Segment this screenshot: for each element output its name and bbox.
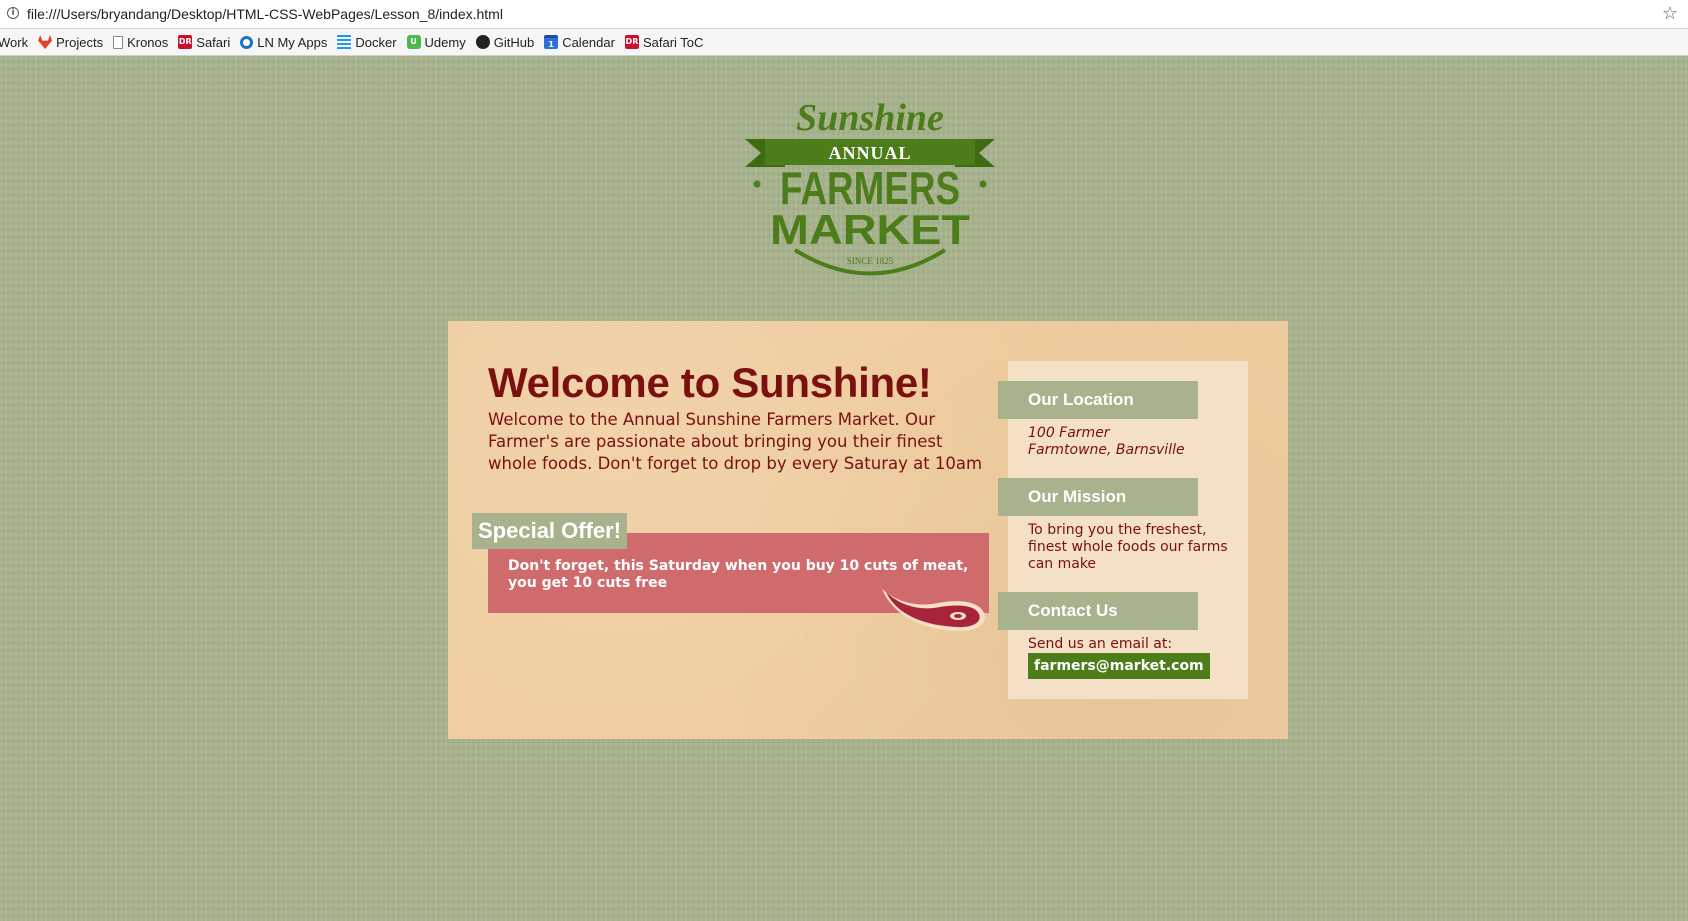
file-icon: [113, 35, 124, 49]
github-icon: [475, 35, 490, 49]
bookmark-label: Safari: [196, 34, 231, 50]
ln-icon: [240, 35, 254, 49]
bookmark-safari[interactable]: DR Safari: [178, 35, 230, 50]
bookmark-label: Docker: [355, 34, 397, 50]
logo-since-text: SINCE 1825: [847, 256, 894, 266]
bookmark-label: Calendar: [562, 34, 615, 50]
address-bar[interactable]: i file:///Users/bryandang/Desktop/HTML-C…: [0, 0, 1688, 29]
bookmark-ln-my-apps[interactable]: LN My Apps: [240, 35, 327, 50]
sidebar: Our Location 100 Farmer Farmtowne, Barns…: [998, 361, 1248, 699]
info-icon[interactable]: i: [7, 7, 19, 19]
bookmark-udemy[interactable]: U Udemy: [406, 34, 466, 50]
special-offer-badge: Special Offer!: [472, 513, 628, 549]
calendar-icon: 1: [544, 35, 559, 49]
contact-text: Send us an email at:: [1028, 636, 1173, 652]
logo-sunshine-text: Sunshine: [796, 97, 944, 139]
bookmark-label: Work: [0, 34, 29, 50]
logo-annual-text: ANNUAL: [828, 143, 911, 163]
bookmark-calendar[interactable]: 1 Calendar: [544, 35, 615, 50]
page-title: Welcome to Sunshine!: [488, 359, 932, 406]
url-text[interactable]: file:///Users/bryandang/Desktop/HTML-CSS…: [27, 6, 503, 22]
bookmark-docker[interactable]: Docker: [337, 34, 397, 50]
bookmark-label: Udemy: [424, 34, 466, 50]
bookmark-github[interactable]: GitHub: [475, 34, 535, 50]
address-line-1: 100 Farmer: [1028, 425, 1110, 441]
email-link[interactable]: farmers@market.com: [1028, 653, 1210, 679]
mission-text: To bring you the freshest, finest whole …: [1028, 522, 1228, 572]
bookmark-projects[interactable]: Projects: [38, 35, 103, 50]
main-card: Welcome to Sunshine! Welcome to the Annu…: [448, 321, 1288, 739]
location-heading: Our Location: [998, 381, 1198, 419]
gitlab-icon: [38, 35, 53, 49]
bookmark-label: Kronos: [127, 34, 169, 50]
bookmark-safari-toc[interactable]: DR Safari ToC: [624, 34, 704, 50]
welcome-paragraph: Welcome to the Annual Sunshine Farmers M…: [488, 410, 983, 473]
dr-icon: DR: [178, 35, 193, 49]
bookmark-kronos[interactable]: Kronos: [113, 35, 168, 50]
address-line-2: Farmtowne, Barnsville: [1028, 442, 1185, 458]
bookmarks-bar: Work Projects Kronos DR Safari LN My App…: [0, 29, 1688, 56]
udemy-icon: U: [406, 35, 421, 49]
logo-market-text: MARKET: [770, 206, 970, 253]
bookmark-label: LN My Apps: [257, 34, 328, 50]
dr-icon: DR: [624, 35, 639, 49]
steak-icon: [882, 589, 985, 632]
bookmark-work[interactable]: Work: [0, 35, 28, 50]
farmers-market-logo: Sunshine ANNUAL FARMERS MARKET SINCE 182…: [745, 97, 995, 276]
bookmark-label: GitHub: [493, 34, 535, 50]
docker-icon: [337, 35, 352, 49]
mission-heading: Our Mission: [998, 478, 1198, 516]
contact-heading: Contact Us: [998, 592, 1198, 630]
bookmark-label: Safari ToC: [642, 34, 704, 50]
bookmark-star-icon[interactable]: ☆: [1662, 3, 1678, 24]
bookmark-label: Projects: [56, 34, 104, 50]
